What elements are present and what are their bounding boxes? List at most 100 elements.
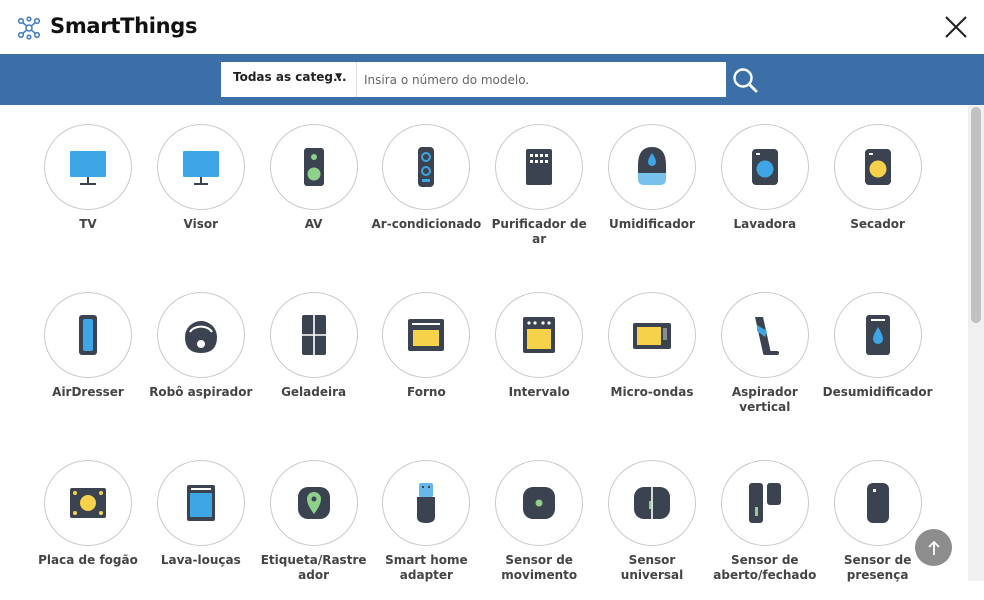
device-label: Geladeira [281, 385, 347, 399]
device-icon-circle[interactable] [382, 124, 471, 210]
device-label: Aspirador vertical [731, 385, 798, 414]
scrollbar-thumb[interactable] [971, 107, 981, 323]
device-icon-circle[interactable] [608, 292, 696, 378]
stick-vacuum-icon [754, 317, 779, 355]
device-icon-circle[interactable] [382, 460, 471, 546]
device-icon-circle[interactable] [833, 460, 922, 546]
device-label: Forno [407, 385, 446, 399]
search-icon[interactable] [731, 66, 759, 94]
device-icon-circle[interactable] [269, 292, 358, 378]
device-icon-circle[interactable] [833, 124, 922, 210]
device-label: Intervalo [508, 385, 570, 399]
device-tile-presence-sensor[interactable]: Sensor de presença [822, 460, 934, 600]
device-tile-robot-vacuum[interactable]: Robô aspirador [145, 292, 257, 432]
device-tile-tv[interactable]: TV [32, 124, 144, 264]
device-icon-circle[interactable] [44, 292, 132, 378]
device-icon-circle[interactable] [495, 460, 584, 546]
device-tile-speaker[interactable]: AV [258, 124, 370, 264]
device-label: Desumidificador [822, 385, 933, 399]
device-tile-air-conditioner[interactable]: Ar-condicionado [370, 124, 482, 264]
device-icon-circle[interactable] [495, 124, 584, 210]
usb-adapter-icon [417, 483, 436, 523]
device-icon-circle[interactable] [833, 292, 922, 378]
device-label: Sensor de presença [843, 553, 912, 582]
motion-sensor-icon [523, 487, 556, 519]
presence-sensor-icon [866, 483, 889, 523]
device-label: AirDresser [52, 385, 124, 399]
device-label: Sensor de movimento [501, 553, 578, 582]
device-label: AV [304, 217, 323, 231]
device-tile-usb-adapter[interactable]: Smart home adapter [370, 460, 482, 600]
device-tile-airdresser[interactable]: AirDresser [32, 292, 144, 432]
device-icon-circle[interactable] [44, 124, 132, 210]
device-icon-circle[interactable] [382, 292, 471, 378]
device-icon-circle[interactable] [720, 460, 809, 546]
airdresser-icon [79, 315, 97, 355]
oven-icon [408, 319, 445, 351]
device-label: Smart home adapter [385, 553, 468, 582]
close-icon[interactable] [944, 15, 968, 39]
air-conditioner-icon [418, 147, 435, 187]
humidifier-icon [638, 147, 666, 185]
device-tile-stick-vacuum[interactable]: Aspirador vertical [709, 292, 821, 432]
device-tile-dishwasher[interactable]: Lava-louças [145, 460, 257, 600]
device-tile-motion-sensor[interactable]: Sensor de movimento [483, 460, 595, 600]
arrow-up-icon [927, 540, 940, 555]
device-tile-air-purifier[interactable]: Purificador de ar [483, 124, 595, 264]
device-tile-dehumidifier[interactable]: Desumidificador [822, 292, 934, 432]
device-label: Purificador de ar [491, 217, 587, 246]
microwave-icon [633, 323, 671, 349]
multipurpose-sensor-icon [634, 487, 670, 519]
tv-icon [70, 151, 106, 185]
dehumidifier-icon [865, 315, 890, 355]
device-tile-oven[interactable]: Forno [370, 292, 482, 432]
device-label: Umidificador [609, 217, 695, 231]
air-purifier-icon [526, 149, 553, 185]
scroll-to-top-button[interactable] [915, 529, 952, 566]
device-tile-cooktop[interactable]: Placa de fogão [32, 460, 144, 600]
brand-name: SmartThings [50, 14, 198, 38]
device-label: Sensor de aberto/fechado [713, 553, 817, 582]
device-icon-circle[interactable] [44, 460, 132, 546]
device-tile-multipurpose-sensor[interactable]: Sensor universal [596, 460, 708, 600]
device-tile-humidifier[interactable]: Umidificador [596, 124, 708, 264]
category-selected: Todas as categ... [233, 70, 347, 84]
device-icon-circle[interactable] [156, 124, 245, 210]
category-dropdown[interactable]: Todas as categ... ▼ [221, 62, 357, 97]
washer-icon [751, 149, 778, 185]
model-number-input[interactable] [357, 62, 726, 97]
device-icon-circle[interactable] [156, 292, 245, 378]
device-tile-contact-sensor[interactable]: Sensor de aberto/fechado [709, 460, 821, 600]
device-tile-dryer[interactable]: Secador [822, 124, 934, 264]
device-icon-circle[interactable] [495, 292, 584, 378]
smartthings-logo-icon [17, 16, 41, 40]
device-tile-tracker[interactable]: Etiqueta/Rastreador [258, 460, 370, 600]
device-label: Sensor universal [620, 553, 684, 582]
device-tile-range[interactable]: Intervalo [483, 292, 595, 432]
device-label: TV [79, 217, 97, 231]
device-label: Robô aspirador [149, 385, 253, 399]
device-label: Etiqueta/Rastreador [260, 553, 367, 582]
device-label: Secador [850, 217, 905, 231]
device-label: Lavadora [733, 217, 797, 231]
device-tile-refrigerator[interactable]: Geladeira [258, 292, 370, 432]
device-icon-circle[interactable] [608, 124, 696, 210]
device-label: Visor [183, 217, 219, 231]
device-icon-circle[interactable] [269, 124, 358, 210]
device-tile-washer[interactable]: Lavadora [709, 124, 821, 264]
speaker-icon [303, 148, 324, 186]
device-tile-microwave[interactable]: Micro-ondas [596, 292, 708, 432]
device-tile-monitor[interactable]: Visor [145, 124, 257, 264]
device-label: Lava-louças [160, 553, 241, 567]
monitor-icon [182, 151, 219, 185]
device-label: Placa de fogão [38, 553, 138, 567]
contact-sensor-icon [748, 483, 781, 523]
device-label: Ar-condicionado [371, 217, 482, 231]
device-icon-circle[interactable] [720, 124, 809, 210]
device-icon-circle[interactable] [269, 460, 358, 546]
dishwasher-icon [186, 485, 215, 521]
cooktop-icon [70, 488, 106, 518]
device-icon-circle[interactable] [720, 292, 809, 378]
device-icon-circle[interactable] [156, 460, 245, 546]
device-icon-circle[interactable] [608, 460, 696, 546]
